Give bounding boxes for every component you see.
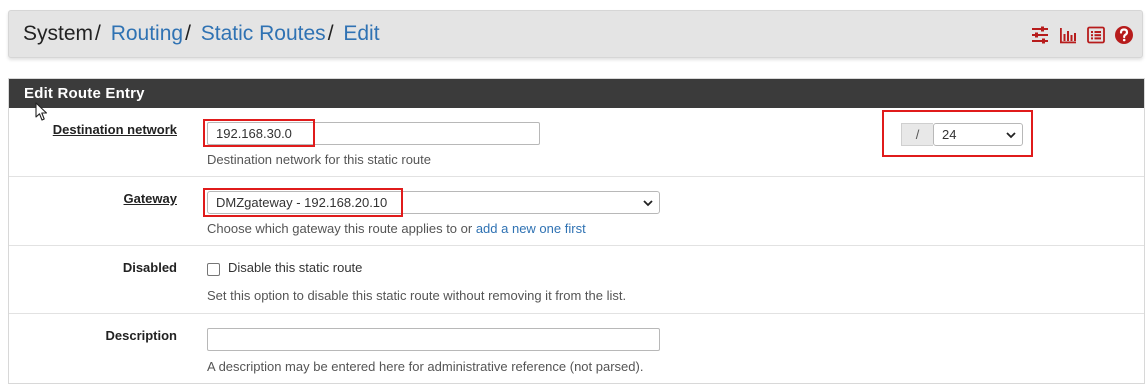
breadcrumb-root: System [23, 22, 94, 45]
disabled-help: Set this option to disable this static r… [207, 288, 627, 303]
panel-title: Edit Route Entry [9, 79, 1144, 108]
edit-route-panel: Edit Route Entry Destination network 192… [8, 78, 1145, 384]
chevron-down-icon [1006, 132, 1016, 139]
disable-route-checkbox[interactable] [207, 263, 220, 276]
destination-network-label: Destination network [52, 122, 177, 137]
gateway-select[interactable]: DMZgateway - 192.168.20.10 [207, 191, 660, 214]
destination-network-input[interactable]: 192.168.30.0 [207, 122, 540, 145]
breadcrumb-edit-link[interactable]: Edit [343, 22, 379, 45]
mouse-cursor-icon [35, 102, 48, 121]
disable-route-checkbox-label[interactable]: Disable this static route [228, 260, 362, 275]
mask-separator-addon: / [901, 123, 933, 146]
mask-bits-value: 24 [942, 127, 957, 142]
destination-network-help: Destination network for this static rout… [207, 152, 431, 167]
breadcrumb-separator: / [185, 22, 191, 45]
mask-bits-select[interactable]: 24 [933, 123, 1023, 146]
chevron-down-icon [643, 200, 653, 207]
description-input[interactable] [207, 328, 660, 351]
breadcrumb: System/ Routing/ Static Routes/ Edit [23, 21, 380, 47]
breadcrumb-static-routes-link[interactable]: Static Routes [201, 22, 326, 45]
gateway-help: Choose which gateway this route applies … [207, 221, 586, 236]
description-help: A description may be entered here for ad… [207, 359, 644, 374]
add-gateway-link[interactable]: add a new one first [476, 221, 586, 236]
disabled-row: Disabled Disable this static route Set t… [9, 246, 1144, 314]
gateway-selected-value: DMZgateway - 192.168.20.10 [216, 195, 388, 210]
breadcrumb-separator: / [95, 22, 101, 45]
list-icon[interactable] [1086, 25, 1106, 45]
breadcrumb-bar: System/ Routing/ Static Routes/ Edit [8, 10, 1143, 58]
breadcrumb-separator: / [327, 22, 334, 45]
description-row: Description A description may be entered… [9, 314, 1144, 385]
header-icons [1030, 24, 1134, 46]
help-icon[interactable] [1114, 25, 1134, 45]
gateway-row: Gateway DMZgateway - 192.168.20.10 Choos… [9, 177, 1144, 246]
breadcrumb-routing-link[interactable]: Routing [111, 22, 183, 45]
disabled-label: Disabled [122, 260, 177, 275]
description-label: Description [105, 328, 177, 343]
gateway-help-text: Choose which gateway this route applies … [207, 221, 476, 236]
bar-chart-icon[interactable] [1058, 25, 1078, 45]
gateway-label: Gateway [123, 191, 177, 206]
sliders-icon[interactable] [1030, 25, 1050, 45]
